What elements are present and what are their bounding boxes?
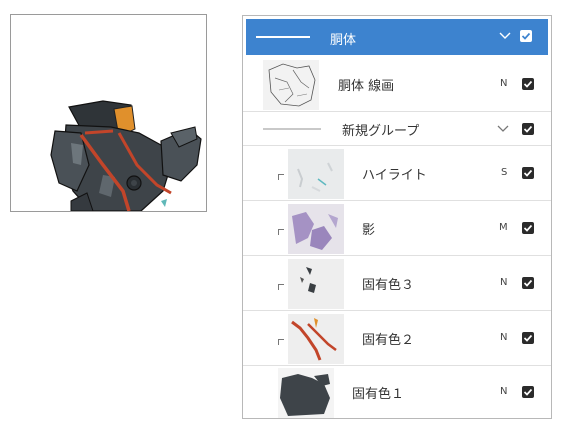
blend-mode-label: N <box>500 78 508 89</box>
layer-name: 新規グループ <box>342 124 420 139</box>
visibility-checkbox[interactable] <box>522 123 534 135</box>
blend-mode-label: M <box>499 222 508 233</box>
layer-thumbnail <box>288 314 344 364</box>
clipping-icon <box>278 174 284 180</box>
layer-row[interactable]: 固有色２ N <box>243 311 551 366</box>
layer-thumbnail <box>288 259 344 309</box>
layer-name: 固有色１ <box>352 387 405 402</box>
blend-mode-label: N <box>500 332 508 343</box>
visibility-checkbox[interactable] <box>522 167 534 179</box>
checkbox-icon <box>521 32 531 40</box>
layer-group-row[interactable]: 新規グループ <box>243 112 551 146</box>
layer-name: ハイライト <box>362 168 427 183</box>
layer-row[interactable]: 固有色１ N <box>243 366 551 418</box>
group-indicator-line <box>263 128 321 130</box>
visibility-checkbox[interactable] <box>520 30 532 42</box>
blend-mode-label: S <box>501 167 508 178</box>
layer-name: 固有色３ <box>362 278 415 293</box>
blend-mode-label: N <box>500 386 508 397</box>
layer-thumbnail <box>263 60 319 110</box>
clipping-icon <box>278 339 284 345</box>
chevron-down-icon[interactable] <box>498 28 512 47</box>
layer-group-row-selected[interactable]: 胴体 <box>246 19 548 55</box>
layer-row[interactable]: 固有色３ N <box>243 256 551 311</box>
clipping-icon <box>278 284 284 290</box>
layer-panel: 胴体 胴体 線画 N 新規グループ ハイライト S 影 M 固有色３ N 固有色… <box>242 15 552 419</box>
checkbox-icon <box>523 224 533 232</box>
clipping-icon <box>278 229 284 235</box>
torso-illustration <box>50 100 202 211</box>
layer-name: 影 <box>362 223 376 238</box>
visibility-checkbox[interactable] <box>522 277 534 289</box>
layer-name: 固有色２ <box>362 333 415 348</box>
layer-row[interactable]: 胴体 線画 N <box>243 58 551 112</box>
layer-thumbnail <box>288 204 344 254</box>
checkbox-icon <box>523 125 533 133</box>
checkbox-icon <box>523 334 533 342</box>
layer-row[interactable]: ハイライト S <box>243 146 551 201</box>
visibility-checkbox[interactable] <box>522 386 534 398</box>
visibility-checkbox[interactable] <box>522 222 534 234</box>
layer-row[interactable]: 影 M <box>243 201 551 256</box>
layer-thumbnail <box>278 368 334 418</box>
visibility-checkbox[interactable] <box>522 78 534 90</box>
layer-name: 胴体 <box>330 33 357 48</box>
checkbox-icon <box>523 388 533 396</box>
layer-thumbnail <box>288 149 344 199</box>
checkbox-icon <box>523 169 533 177</box>
canvas-preview[interactable] <box>10 14 207 212</box>
chevron-down-icon[interactable] <box>496 121 510 140</box>
visibility-checkbox[interactable] <box>522 332 534 344</box>
checkbox-icon <box>523 279 533 287</box>
checkbox-icon <box>523 80 533 88</box>
blend-mode-label: N <box>500 277 508 288</box>
group-indicator-line <box>256 36 310 38</box>
layer-name: 胴体 線画 <box>338 79 395 94</box>
